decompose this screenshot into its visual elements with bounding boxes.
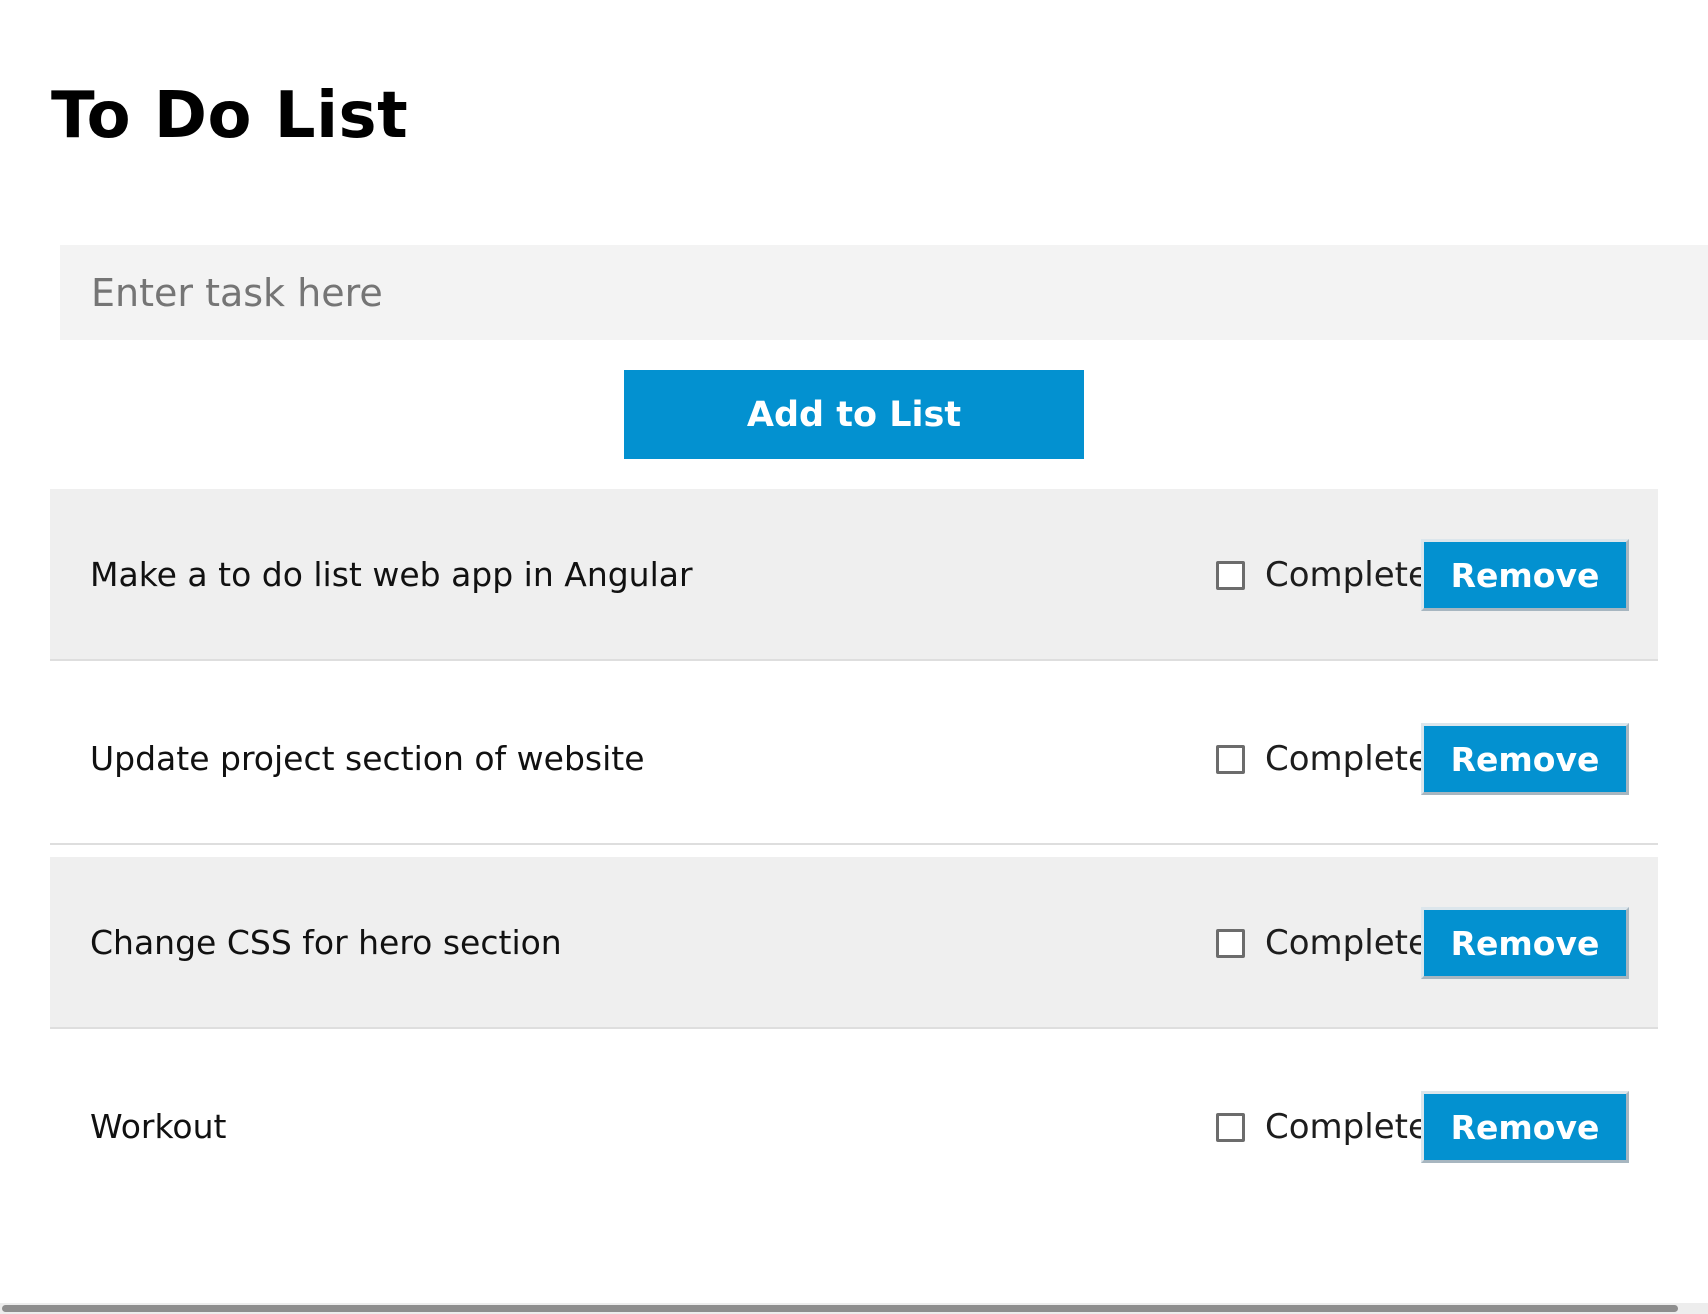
todo-list: Make a to do list web app in Angular Com… [50, 489, 1658, 1213]
page-title: To Do List [51, 79, 409, 153]
remove-button[interactable]: Remove [1421, 907, 1629, 979]
todo-text: Update project section of website [90, 739, 645, 778]
complete-checkbox[interactable] [1216, 560, 1245, 590]
todo-item: Make a to do list web app in Angular Com… [50, 489, 1658, 661]
add-to-list-button[interactable]: Add to List [624, 370, 1084, 459]
complete-toggle[interactable]: Complete [1216, 1041, 1429, 1213]
complete-label: Complete [1265, 555, 1429, 595]
complete-label: Complete [1265, 739, 1429, 779]
todo-text: Change CSS for hero section [90, 923, 562, 962]
todo-item: Workout Complete Remove [50, 1041, 1658, 1213]
todo-text: Workout [90, 1107, 227, 1146]
task-input[interactable] [60, 245, 1708, 340]
complete-checkbox[interactable] [1216, 744, 1245, 774]
complete-toggle[interactable]: Complete [1216, 673, 1429, 845]
complete-checkbox[interactable] [1216, 1112, 1245, 1142]
complete-checkbox[interactable] [1216, 928, 1245, 958]
remove-button[interactable]: Remove [1421, 539, 1629, 611]
remove-button[interactable]: Remove [1421, 723, 1629, 795]
complete-toggle[interactable]: Complete [1216, 857, 1429, 1029]
complete-label: Complete [1265, 1107, 1429, 1147]
todo-item: Change CSS for hero section Complete Rem… [50, 857, 1658, 1029]
scrollbar-thumb[interactable] [2, 1305, 1678, 1312]
todo-item: Update project section of website Comple… [50, 673, 1658, 845]
todo-text: Make a to do list web app in Angular [90, 555, 693, 594]
complete-toggle[interactable]: Complete [1216, 489, 1429, 661]
remove-button[interactable]: Remove [1421, 1091, 1629, 1163]
horizontal-scrollbar[interactable] [0, 1303, 1708, 1314]
complete-label: Complete [1265, 923, 1429, 963]
